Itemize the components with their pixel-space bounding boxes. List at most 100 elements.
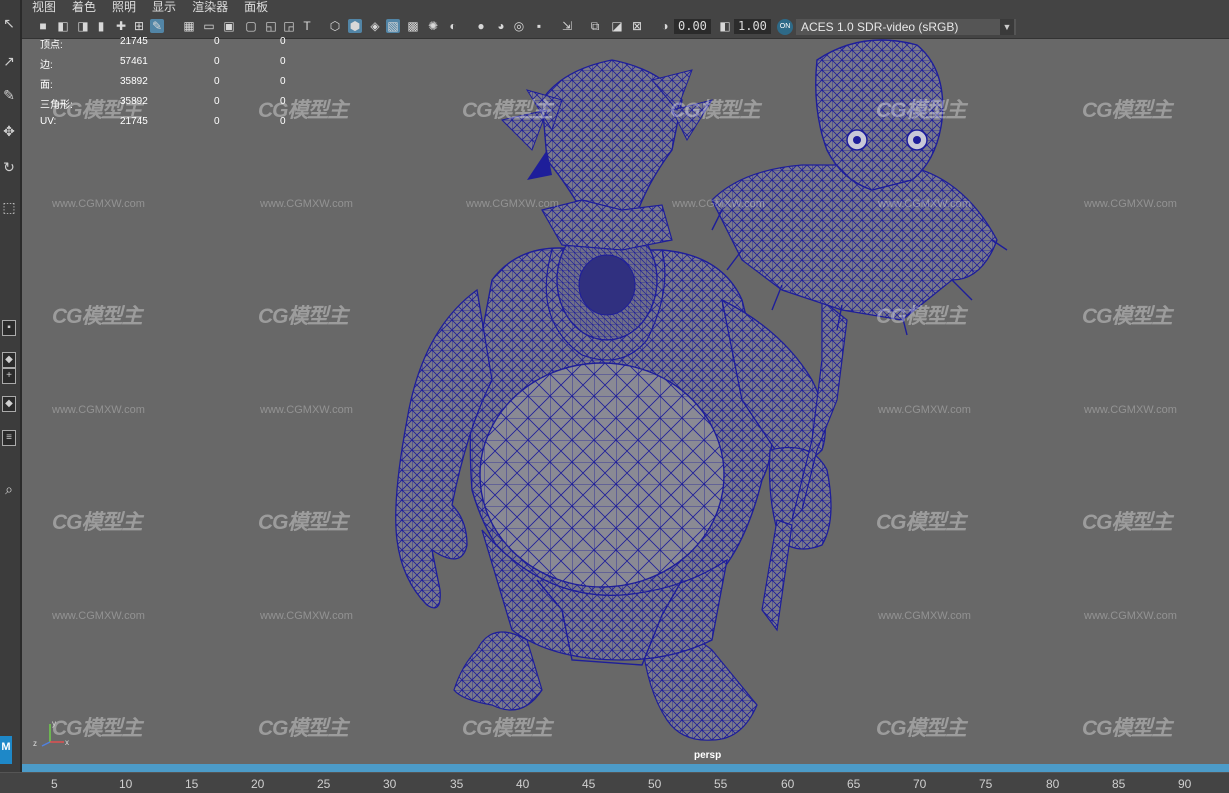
timeline-tick: 85 xyxy=(1112,777,1126,791)
exposure-field[interactable]: 0.00 xyxy=(674,19,711,34)
view-transform-value: ACES 1.0 SDR-video (sRGB) xyxy=(801,20,959,34)
timeline-tick: 30 xyxy=(383,777,397,791)
hud-value: 0 xyxy=(280,36,286,47)
timeline-tick: 80 xyxy=(1046,777,1060,791)
hud-label: 面: xyxy=(40,80,53,91)
list-layout-icon[interactable]: ≡ xyxy=(2,430,16,446)
select-tool-icon[interactable]: ↖ xyxy=(0,14,18,32)
single-layout-icon[interactable]: ▪ xyxy=(2,320,16,336)
motion-blur-icon[interactable]: ◕ xyxy=(494,19,508,33)
watermark-logo: CG模型主 xyxy=(462,717,552,740)
backface-icon[interactable]: ◪ xyxy=(610,19,624,33)
field-chart-icon[interactable]: ▣ xyxy=(222,19,236,33)
timeline-tick: 25 xyxy=(317,777,331,791)
menu-lighting[interactable]: 照明 xyxy=(112,0,136,14)
aa-icon[interactable]: ◎ xyxy=(512,19,526,33)
four-view-layout-icon[interactable]: ◆ xyxy=(2,352,16,368)
watermark-url: www.CGMXW.com xyxy=(1084,404,1177,416)
outliner-layout-icon[interactable]: ◆ xyxy=(2,396,16,412)
watermark-logo: CG模型主 xyxy=(52,511,142,534)
exposure-icon[interactable]: ◑ xyxy=(658,19,672,33)
camera-name-label: persp xyxy=(694,750,722,761)
watermark-url: www.CGMXW.com xyxy=(260,198,353,210)
menu-shading[interactable]: 着色 xyxy=(72,0,96,14)
camera-icon[interactable]: ■ xyxy=(36,19,50,33)
gamma-field[interactable]: 1.00 xyxy=(734,19,771,34)
search-icon[interactable]: ⌕ xyxy=(0,480,18,498)
text-icon[interactable]: T xyxy=(300,19,314,33)
watermark-url: www.CGMXW.com xyxy=(52,198,145,210)
menu-view[interactable]: 视图 xyxy=(32,0,56,14)
textured-icon[interactable]: ▩ xyxy=(406,19,420,33)
timeline-tick: 70 xyxy=(913,777,927,791)
watermark-url: www.CGMXW.com xyxy=(878,198,971,210)
hud-value: 0 xyxy=(214,36,220,47)
watermark-url: www.CGMXW.com xyxy=(466,198,559,210)
timeline-tick: 60 xyxy=(781,777,795,791)
rotate-tool-icon[interactable]: ↻ xyxy=(0,158,18,176)
color-management-toggle[interactable]: ON xyxy=(777,19,793,35)
maya-logo: M xyxy=(0,736,12,764)
gamma-icon[interactable]: ◧ xyxy=(718,19,732,33)
maya-app: ↖ ↗ ✎ ✥ ↻ ⬚ ▪ ◆ + ◆ ≡ ⌕ M CG模型主 CG模型主 CG… xyxy=(0,0,1229,793)
image-plane-icon[interactable]: ▮ xyxy=(94,19,108,33)
wireframe-icon[interactable]: ✎ xyxy=(150,19,164,33)
wireframe-cube-icon[interactable]: ⬡ xyxy=(328,19,342,33)
xray-components-icon[interactable]: ⊠ xyxy=(630,19,644,33)
hud-label: 边: xyxy=(40,60,53,71)
depth-of-field-icon[interactable]: ▪ xyxy=(532,19,546,33)
timeline-tick: 20 xyxy=(251,777,265,791)
safe-title-icon[interactable]: ◱ xyxy=(264,19,278,33)
time-slider[interactable]: 5 10 15 20 25 30 35 40 45 50 55 60 65 70… xyxy=(0,772,1229,793)
grid-icon[interactable]: ✚ xyxy=(114,19,128,33)
safe-action-icon[interactable]: ▢ xyxy=(244,19,258,33)
add-layout-icon[interactable]: + xyxy=(2,368,16,384)
hud-label: 顶点: xyxy=(40,40,63,51)
hud-value: 0 xyxy=(280,56,286,67)
toolbox: ↖ ↗ ✎ ✥ ↻ ⬚ ▪ ◆ + ◆ ≡ ⌕ M xyxy=(0,0,22,792)
camera-attr-icon[interactable]: ◧ xyxy=(56,19,70,33)
smooth-shade-icon[interactable]: ⬢ xyxy=(348,19,362,33)
hud-value: 21745 xyxy=(120,116,148,127)
watermark-url: www.CGMXW.com xyxy=(52,404,145,416)
isolate-select-icon[interactable]: ⇲ xyxy=(560,19,574,33)
lasso-tool-icon[interactable]: ↗ xyxy=(0,52,18,70)
xray-icon[interactable]: ▧ xyxy=(386,19,400,33)
gate-mask-icon[interactable]: ▭ xyxy=(202,19,216,33)
viewport-persp[interactable]: CG模型主 CG模型主 CG模型主 CG模型主 CG模型主 CG模型主 www.… xyxy=(22,0,1229,764)
film-gate-icon[interactable]: ⊞ xyxy=(132,19,146,33)
light-icon[interactable]: ✺ xyxy=(426,19,440,33)
paint-select-icon[interactable]: ✎ xyxy=(0,86,18,104)
timeline-tick: 65 xyxy=(847,777,861,791)
hud-value: 0 xyxy=(280,116,286,127)
chevron-down-icon[interactable]: ▼ xyxy=(1000,19,1014,35)
ssao-icon[interactable]: ● xyxy=(474,19,488,33)
menu-renderer[interactable]: 渲染器 xyxy=(192,0,228,14)
menu-panels[interactable]: 面板 xyxy=(244,0,268,14)
watermark-logo: CG模型主 xyxy=(52,305,142,328)
character-body xyxy=(395,39,1008,741)
watermark-logo: CG模型主 xyxy=(1082,717,1172,740)
timeline-tick: 15 xyxy=(185,777,199,791)
watermark-logo: CG模型主 xyxy=(876,99,966,122)
shadow-icon[interactable]: ◐ xyxy=(446,19,460,33)
timeline-tick: 55 xyxy=(714,777,728,791)
bookmark-icon[interactable]: ◨ xyxy=(76,19,90,33)
axis-gizmo: y x z xyxy=(33,719,69,748)
panel-toolbar: ■ ◧ ◨ ▮ ✚ ⊞ ✎ ▦ ▭ ▣ ▢ ◱ ◲ T ⬡ ⬢ ◈ ▧ ▩ ✺ … xyxy=(22,14,1229,39)
menu-show[interactable]: 显示 xyxy=(152,0,176,14)
scale-tool-icon[interactable]: ⬚ xyxy=(0,198,18,216)
film-origin-icon[interactable]: ◲ xyxy=(282,19,296,33)
move-tool-icon[interactable]: ✥ xyxy=(0,122,18,140)
watermark-logo: CG模型主 xyxy=(876,305,966,328)
wireframe-on-shaded-icon[interactable]: ◈ xyxy=(368,19,382,33)
resolution-gate-icon[interactable]: ▦ xyxy=(182,19,196,33)
view-transform-dropdown[interactable]: ACES 1.0 SDR-video (sRGB) ▼ xyxy=(796,19,1016,35)
watermark-url: www.CGMXW.com xyxy=(260,610,353,622)
watermark-logo: CG模型主 xyxy=(1082,511,1172,534)
timeline-tick: 40 xyxy=(516,777,530,791)
wireframe-model[interactable] xyxy=(22,0,1229,764)
time-range-bar[interactable] xyxy=(22,764,1229,772)
watermark-url: www.CGMXW.com xyxy=(878,610,971,622)
xray-joints-icon[interactable]: ⧉ xyxy=(588,19,602,33)
